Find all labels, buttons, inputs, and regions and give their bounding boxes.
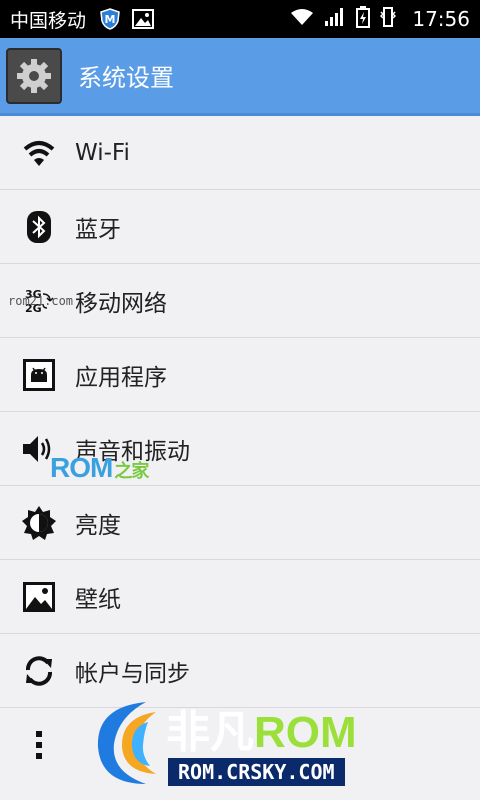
watermark-rom-suffix: 之家 [114,461,149,481]
settings-item-label: 蓝牙 [75,216,121,243]
brand-right: ROM [254,708,357,757]
settings-item-wallpaper[interactable]: 壁纸 [0,560,480,634]
more-icon [17,723,61,767]
settings-list: Wi-Fi 蓝牙 3G 2G 移动网络 应用程序 声音和振动 亮度 壁纸 帐户与… [0,116,480,782]
settings-item-apps[interactable]: 应用程序 [0,338,480,412]
vibrate-icon [380,6,397,33]
wifi-icon [17,131,61,175]
settings-item-label: 壁纸 [75,586,121,613]
settings-item-label: 移动网络 [75,290,167,317]
settings-item-bluetooth[interactable]: 蓝牙 [0,190,480,264]
action-bar: 系统设置 [0,38,480,116]
brand-left: 非凡 [166,708,254,757]
status-bar: 中国移动 M 17:56 [0,0,480,38]
settings-item-brightness[interactable]: 亮度 [0,486,480,560]
shield-app-icon: M [100,8,120,30]
settings-item-wifi[interactable]: Wi-Fi [0,116,480,190]
settings-item-label: 帐户与同步 [75,660,190,687]
watermark-rom-logo: ROM 之家 [50,452,149,484]
brightness-icon [17,501,61,545]
signal-icon [324,7,346,32]
clock: 17:56 [412,7,470,31]
settings-item-label: 亮度 [75,512,121,539]
svg-text:M: M [105,13,116,26]
brand-name: 非凡ROM [166,696,357,760]
brand-url: ROM.CRSKY.COM [168,758,345,786]
watermark-brand: 非凡ROM ROM.CRSKY.COM [86,692,416,792]
gear-icon[interactable] [6,47,62,104]
page-title: 系统设置 [78,64,174,92]
wallpaper-icon [17,575,61,619]
settings-item-label: 应用程序 [75,364,167,391]
wifi-icon [290,8,314,31]
image-notification-icon [132,9,155,29]
battery-charging-icon [356,5,371,33]
sync-icon [17,649,61,693]
carrier-label: 中国移动 [10,9,87,32]
watermark-rom-text: ROM [50,452,113,483]
settings-item-label: Wi-Fi [75,139,130,166]
brand-swirl-icon [97,702,156,784]
watermark-small: rom21.com [8,294,74,308]
bluetooth-icon [17,205,61,249]
android-apps-icon [17,353,61,397]
